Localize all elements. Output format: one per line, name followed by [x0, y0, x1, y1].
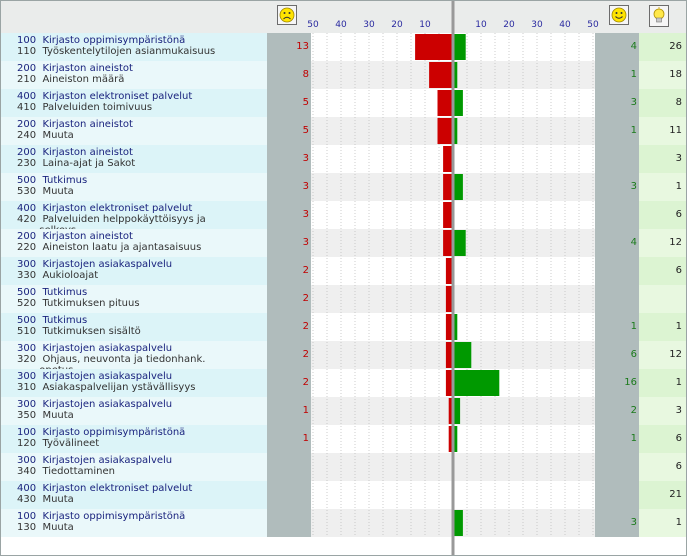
negative-bar: [437, 118, 452, 144]
negative-bar: [415, 34, 452, 60]
negative-bar: [443, 202, 452, 228]
positive-bar: [454, 342, 472, 368]
positive-bar: [454, 510, 463, 536]
positive-bar: [454, 370, 500, 396]
plot-area: [312, 1, 594, 555]
negative-bar: [437, 90, 452, 116]
negative-bar: [443, 230, 452, 256]
positive-bar: [454, 398, 461, 424]
positive-bar: [454, 314, 458, 340]
feedback-chart: 50 40 30 20 10 10 20 30 40 50 100 Kirjasto oppimi…: [0, 0, 687, 556]
positive-bar: [454, 118, 458, 144]
negative-bar: [445, 342, 452, 368]
negative-bar: [445, 314, 452, 340]
center-axis-line: [451, 1, 455, 555]
positive-bar: [454, 34, 466, 60]
negative-bar: [443, 146, 452, 172]
positive-bar: [454, 230, 466, 256]
positive-bar: [454, 62, 458, 88]
positive-bar: [454, 426, 458, 452]
negative-bar: [445, 286, 452, 312]
positive-bar: [454, 174, 463, 200]
negative-bar: [448, 426, 452, 452]
negative-bar: [448, 398, 452, 424]
negative-bar: [429, 62, 452, 88]
negative-bar: [445, 370, 452, 396]
negative-bar: [443, 174, 452, 200]
positive-bar: [454, 90, 463, 116]
negative-bar: [445, 258, 452, 284]
